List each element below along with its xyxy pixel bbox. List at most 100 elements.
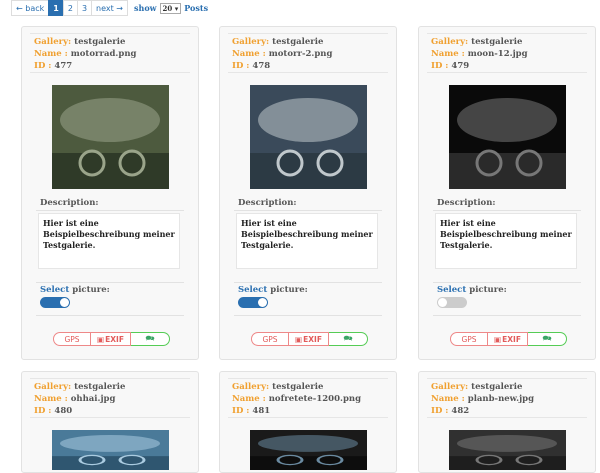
gallery-label: Gallery:	[232, 37, 270, 47]
gallery-value: testgalerie	[471, 37, 523, 47]
per-page-select[interactable]: 20 ▾	[159, 2, 182, 14]
select-label-bold: Select	[238, 285, 268, 295]
id-value: 479	[451, 61, 470, 71]
pagination: ← back 1 2 3 next → show 20 ▾ Posts	[11, 0, 208, 16]
select-label-rest: picture:	[466, 285, 507, 295]
id-value: 482	[451, 406, 470, 416]
gallery-value: testgalerie	[74, 382, 126, 392]
description-text: Hier ist eine Beispielbeschreibung meine…	[435, 213, 577, 269]
gallery-card: Gallery: testgalerie Name : planb-new.jp…	[418, 371, 596, 473]
per-page-control: show 20 ▾ Posts	[134, 2, 208, 14]
thumbnail-image[interactable]	[449, 85, 566, 189]
action-buttons: GPS ▣ EXIF 🗪	[53, 332, 170, 346]
comments-button[interactable]: 🗪	[329, 332, 368, 346]
gallery-label: Gallery:	[431, 382, 469, 392]
camera-icon: ▣	[295, 334, 303, 344]
id-value: 480	[54, 406, 73, 416]
gallery-value: testgalerie	[74, 37, 126, 47]
name-row: Name : motorr-2.png	[232, 48, 388, 60]
camera-icon: ▣	[97, 334, 105, 344]
name-label: Name :	[232, 49, 266, 59]
card-meta: Gallery: testgalerie Name : planb-new.jp…	[427, 378, 587, 417]
thumbnail-graphic	[449, 430, 566, 470]
name-label: Name :	[34, 49, 68, 59]
comments-button[interactable]: 🗪	[131, 332, 170, 346]
exif-button[interactable]: ▣ EXIF	[91, 332, 131, 346]
id-value: 478	[252, 61, 271, 71]
gallery-card: Gallery: testgalerie Name : motorrad.png…	[21, 26, 199, 360]
card-meta: Gallery: testgalerie Name : ohhai.jpg ID…	[30, 378, 190, 417]
thumbnail-image[interactable]	[449, 430, 566, 470]
gps-button[interactable]: GPS	[251, 332, 289, 346]
select-picture-label: Select picture:	[238, 285, 308, 295]
page-link-1[interactable]: 1	[48, 0, 64, 16]
card-meta: Gallery: testgalerie Name : motorr-2.png…	[228, 33, 388, 72]
gallery-row: Gallery: testgalerie	[232, 381, 388, 393]
comments-icon: 🗪	[145, 333, 155, 343]
thumbnail-image[interactable]	[250, 85, 367, 189]
prev-page-link[interactable]: ← back	[11, 0, 50, 16]
name-label: Name :	[34, 394, 68, 404]
name-label: Name :	[431, 394, 465, 404]
toggle-knob	[60, 298, 69, 307]
description-label: Description:	[437, 198, 496, 208]
name-value: moon-12.jpg	[467, 49, 528, 59]
action-buttons: GPS ▣ EXIF 🗪	[450, 332, 567, 346]
name-value: motorrad.png	[70, 49, 137, 59]
id-value: 481	[252, 406, 271, 416]
thumbnail-image[interactable]	[52, 430, 169, 470]
description-text: Hier ist eine Beispielbeschreibung meine…	[38, 213, 180, 269]
show-label: show	[134, 3, 157, 13]
gps-button[interactable]: GPS	[53, 332, 91, 346]
id-label: ID :	[232, 61, 250, 71]
card-meta: Gallery: testgalerie Name : moon-12.jpg …	[427, 33, 587, 72]
exif-label: EXIF	[303, 334, 322, 344]
description-text: Hier ist eine Beispielbeschreibung meine…	[236, 213, 378, 269]
toggle-knob	[258, 298, 267, 307]
select-picture-toggle[interactable]	[437, 297, 467, 308]
card-meta: Gallery: testgalerie Name : motorrad.png…	[30, 33, 190, 72]
id-value: 477	[54, 61, 73, 71]
comments-icon: 🗪	[542, 333, 552, 343]
gallery-row: Gallery: testgalerie	[431, 381, 587, 393]
id-row: ID : 479	[431, 60, 587, 72]
page-link-2[interactable]: 2	[62, 0, 78, 16]
thumbnail-graphic	[449, 85, 566, 189]
gps-button[interactable]: GPS	[450, 332, 488, 346]
name-value: nofretete-1200.png	[268, 394, 362, 404]
name-row: Name : ohhai.jpg	[34, 393, 190, 405]
thumbnail-image[interactable]	[250, 430, 367, 470]
id-label: ID :	[431, 406, 449, 416]
id-label: ID :	[232, 406, 250, 416]
select-picture-toggle[interactable]	[40, 297, 70, 308]
thumbnail-image[interactable]	[52, 85, 169, 189]
name-row: Name : nofretete-1200.png	[232, 393, 388, 405]
name-label: Name :	[431, 49, 465, 59]
name-value: motorr-2.png	[268, 49, 333, 59]
gallery-card: Gallery: testgalerie Name : moon-12.jpg …	[418, 26, 596, 360]
id-label: ID :	[34, 406, 52, 416]
select-picture-toggle[interactable]	[238, 297, 268, 308]
gallery-value: testgalerie	[471, 382, 523, 392]
exif-button[interactable]: ▣ EXIF	[488, 332, 528, 346]
gallery-value: testgalerie	[272, 37, 324, 47]
camera-icon: ▣	[494, 334, 502, 344]
page-link-3[interactable]: 3	[76, 0, 93, 16]
comments-button[interactable]: 🗪	[528, 332, 567, 346]
gallery-card: Gallery: testgalerie Name : nofretete-12…	[219, 371, 397, 473]
exif-label: EXIF	[105, 334, 124, 344]
gallery-card: Gallery: testgalerie Name : motorr-2.png…	[219, 26, 397, 360]
gallery-label: Gallery:	[34, 37, 72, 47]
id-label: ID :	[431, 61, 449, 71]
exif-button[interactable]: ▣ EXIF	[289, 332, 329, 346]
toggle-knob	[438, 298, 447, 307]
thumbnail-graphic	[52, 85, 169, 189]
select-picture-label: Select picture:	[40, 285, 110, 295]
next-page-link[interactable]: next →	[91, 0, 128, 16]
exif-label: EXIF	[502, 334, 521, 344]
select-label-rest: picture:	[267, 285, 308, 295]
action-buttons: GPS ▣ EXIF 🗪	[251, 332, 368, 346]
gallery-row: Gallery: testgalerie	[232, 36, 388, 48]
description-label: Description:	[238, 198, 297, 208]
id-row: ID : 480	[34, 405, 190, 417]
